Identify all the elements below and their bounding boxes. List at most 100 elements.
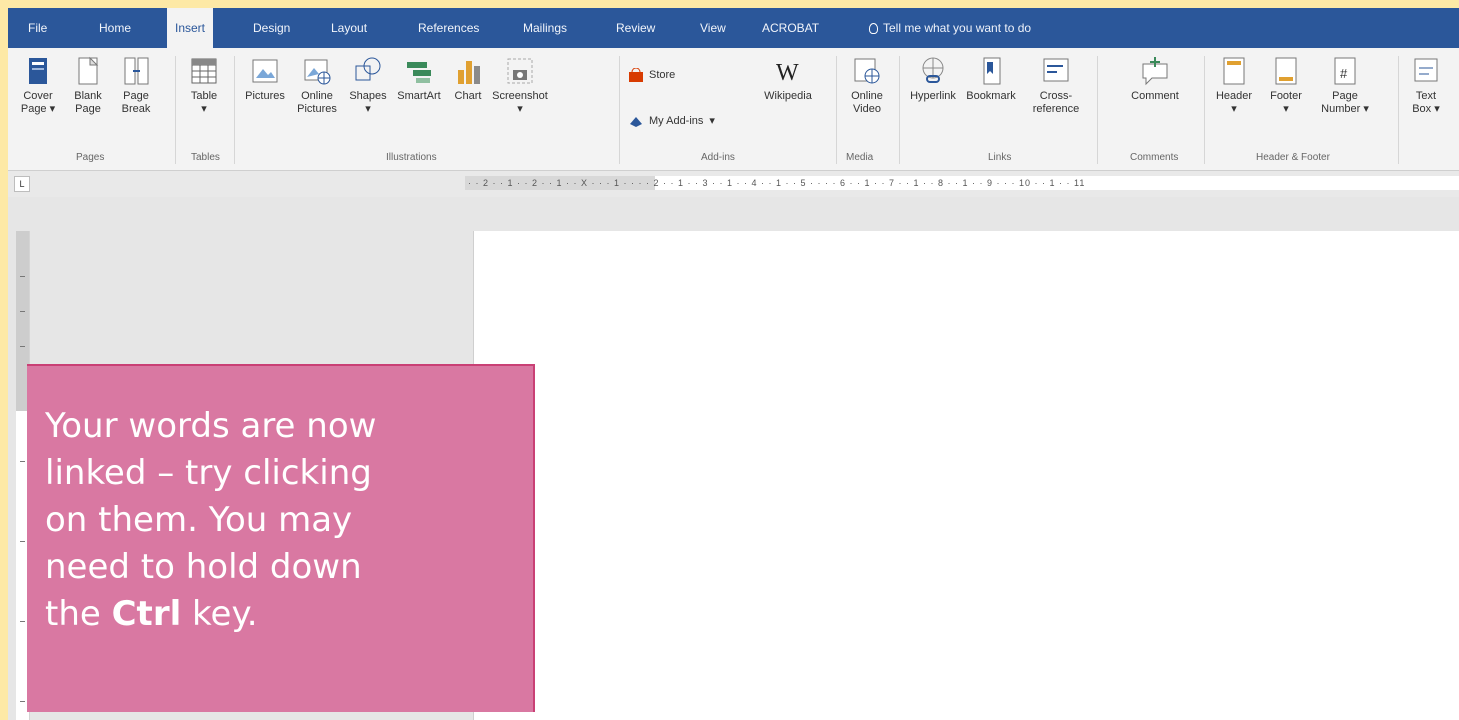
ruler-tick: [20, 311, 25, 312]
blank-page-button[interactable]: Blank Page: [66, 56, 110, 116]
page-number-button[interactable]: # Page Number ▾: [1318, 56, 1372, 116]
cover-page-icon: [29, 58, 47, 84]
screenshot-button[interactable]: Screenshot ▾: [490, 56, 550, 116]
camera-icon: [507, 58, 533, 84]
instruction-text: Your words are now linked – try clicking…: [45, 403, 525, 638]
online-pictures-icon: [304, 59, 331, 85]
shapes-icon: [355, 57, 381, 81]
text-box-label: Text Box ▾: [1412, 90, 1440, 115]
table-icon: [191, 58, 217, 84]
shapes-button[interactable]: Shapes ▾: [344, 56, 392, 116]
ruler-tick: [20, 701, 25, 702]
ruler-tick: [20, 621, 25, 622]
ruler-tick: [20, 541, 25, 542]
tab-home[interactable]: Home: [91, 8, 139, 48]
group-divider: [1097, 56, 1098, 164]
bookmark-icon: [983, 57, 1001, 85]
table-label: Table ▾: [190, 90, 218, 115]
document-page[interactable]: [473, 231, 1459, 720]
instruction-line: on them. You may: [45, 500, 353, 540]
text-box-button[interactable]: Text Box ▾: [1406, 56, 1446, 116]
tab-design[interactable]: Design: [245, 8, 298, 48]
my-addins-button[interactable]: My Add-ins ▾: [628, 114, 715, 128]
insert-ribbon: Cover Page ▾ Blank Page Page Break Pages…: [8, 48, 1459, 171]
ruler-tick: [20, 276, 25, 277]
tab-review[interactable]: Review: [608, 8, 663, 48]
cover-page-button[interactable]: Cover Page ▾: [16, 56, 60, 116]
page-break-icon: [124, 57, 149, 85]
illustrations-group-label: Illustrations: [386, 152, 437, 163]
wikipedia-label: Wikipedia: [764, 90, 812, 102]
wikipedia-icon: W: [776, 60, 799, 86]
page-break-label: Page Break: [121, 90, 151, 115]
tab-insert[interactable]: Insert: [167, 8, 214, 49]
header-label: Header ▾: [1215, 90, 1253, 115]
tab-file[interactable]: File: [20, 8, 55, 48]
tab-mailings[interactable]: Mailings: [515, 8, 575, 48]
instruction-line: the Ctrl key.: [45, 591, 525, 638]
group-divider: [619, 56, 620, 164]
hyperlink-button[interactable]: Hyperlink: [904, 56, 962, 103]
chart-label: Chart: [454, 90, 482, 102]
store-icon: [629, 68, 643, 82]
comments-group-label: Comments: [1130, 152, 1179, 163]
bookmark-button[interactable]: Bookmark: [962, 56, 1020, 103]
smartart-icon: [407, 62, 431, 83]
smartart-button[interactable]: SmartArt: [394, 56, 444, 103]
text-box-icon: [1414, 58, 1438, 82]
shapes-label: Shapes ▾: [349, 90, 387, 115]
svg-text:#: #: [1340, 66, 1348, 81]
table-button[interactable]: Table ▾: [184, 56, 224, 116]
page-number-label: Page Number ▾: [1321, 90, 1369, 115]
instruction-line: need to hold down: [45, 547, 362, 587]
dropdown-arrow-icon: ▾: [709, 115, 715, 127]
tab-layout[interactable]: Layout: [323, 8, 375, 48]
instruction-line: Your words are now: [45, 406, 377, 446]
addins-group-label: Add-ins: [701, 152, 735, 163]
my-addins-icon: [630, 117, 642, 128]
media-group-label: Media: [846, 152, 874, 163]
instruction-line: linked – try clicking: [45, 453, 372, 493]
chart-icon: [458, 61, 480, 84]
online-pictures-label: Online Pictures: [297, 90, 337, 115]
tab-acrobat[interactable]: ACROBAT: [754, 8, 827, 48]
footer-button[interactable]: Footer ▾: [1262, 56, 1310, 116]
online-pictures-button[interactable]: Online Pictures: [292, 56, 342, 116]
store-button[interactable]: Store: [628, 68, 675, 82]
page-number-icon: #: [1334, 57, 1356, 85]
tab-references[interactable]: References: [410, 8, 487, 48]
links-group-label: Links: [988, 152, 1012, 163]
cross-reference-button[interactable]: Cross- reference: [1026, 56, 1086, 116]
hyperlink-label: Hyperlink: [910, 90, 956, 102]
page-break-button[interactable]: Page Break: [114, 56, 158, 116]
hyperlink-icon: [922, 57, 944, 83]
group-divider: [899, 56, 900, 164]
pages-group-label: Pages: [76, 152, 105, 163]
footer-icon: [1275, 57, 1297, 85]
pictures-button[interactable]: Pictures: [240, 56, 290, 103]
header-footer-group-label: Header & Footer: [1256, 152, 1330, 163]
smartart-label: SmartArt: [397, 90, 441, 102]
footer-label: Footer ▾: [1270, 90, 1302, 115]
tables-group-label: Tables: [191, 152, 220, 163]
ctrl-key-label: Ctrl: [111, 594, 182, 634]
tab-selector[interactable]: L: [14, 176, 30, 192]
online-video-button[interactable]: Online Video: [844, 56, 890, 116]
instruction-text-pre: the: [45, 594, 112, 634]
group-divider: [1204, 56, 1205, 164]
tab-view[interactable]: View: [692, 8, 734, 48]
group-divider: [234, 56, 235, 164]
cross-reference-label: Cross- reference: [1032, 90, 1080, 115]
cross-reference-icon: [1043, 58, 1069, 82]
tell-me-box[interactable]: Tell me what you want to do: [869, 8, 1031, 48]
comment-icon: [1142, 57, 1168, 86]
svg-text:W: W: [776, 60, 799, 86]
header-button[interactable]: Header ▾: [1210, 56, 1258, 116]
screenshot-label: Screenshot ▾: [492, 90, 548, 115]
chart-button[interactable]: Chart: [448, 56, 488, 103]
horizontal-ruler: L · · 2 · · 1 · · 2 · · 1 · · X · · · 1 …: [8, 171, 1459, 197]
wikipedia-button[interactable]: W Wikipedia: [758, 56, 818, 103]
blank-page-icon: [78, 56, 99, 85]
comment-button[interactable]: Comment: [1126, 56, 1184, 103]
pictures-icon: [252, 59, 278, 83]
